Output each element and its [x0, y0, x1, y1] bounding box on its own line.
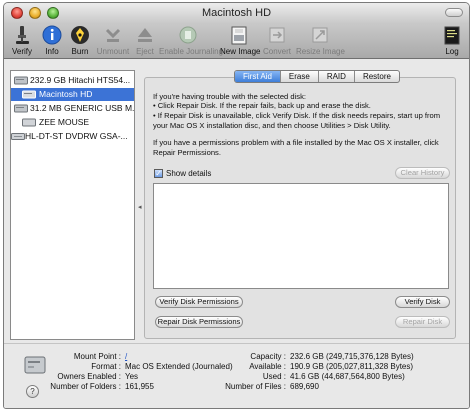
sidebar-item-generic-usb[interactable]: 31.2 MB GENERIC USB M...	[11, 102, 134, 115]
burn-button[interactable]: Burn	[67, 24, 93, 56]
verify-disk-button[interactable]: Verify Disk	[395, 296, 450, 308]
available-value: 190.9 GB (205,027,811,328 Bytes)	[290, 362, 414, 371]
first-aid-bullet-1: • Click Repair Disk. If the repair fails…	[153, 101, 371, 110]
tab-erase[interactable]: Erase	[281, 71, 319, 82]
resize-image-label: Resize Image	[296, 47, 345, 56]
tab-first-aid[interactable]: First Aid	[235, 71, 281, 82]
disk-utility-window: Macintosh HD Verify Info Burn Unmount Ej…	[3, 2, 470, 409]
owners-enabled-value: Yes	[125, 372, 139, 381]
convert-icon	[269, 27, 285, 43]
convert-label: Convert	[262, 47, 291, 56]
new-image-button[interactable]: New Image	[220, 24, 261, 56]
first-aid-log[interactable]	[153, 183, 449, 289]
owners-enabled-label: Owners Enabled :	[57, 372, 121, 381]
sidebar-item-label: 31.2 MB GENERIC USB M...	[30, 103, 134, 113]
show-details-checkbox-row[interactable]: ✓ Show details	[154, 168, 211, 179]
sidebar-item-hitachi-disk[interactable]: 232.9 GB Hitachi HTS54...	[11, 74, 134, 87]
show-details-label: Show details	[166, 169, 212, 178]
new-image-icon	[231, 26, 247, 45]
volume-icon	[22, 118, 36, 127]
optical-drive-icon	[11, 133, 25, 140]
toolbar: Verify Info Burn Unmount Eject Enable Jo…	[4, 23, 469, 59]
log-button[interactable]: Log	[440, 24, 464, 56]
mount-point-value[interactable]: /	[125, 352, 127, 362]
number-of-files-value: 689,690	[290, 382, 319, 391]
available-label: Available :	[249, 362, 286, 371]
info-label: Info	[45, 47, 59, 56]
used-label: Used :	[262, 372, 286, 381]
unmount-label: Unmount	[96, 47, 130, 56]
enable-journaling-label: Enable Journaling	[159, 47, 224, 56]
capacity-value: 232.6 GB (249,715,376,128 Bytes)	[290, 352, 414, 361]
unmount-icon	[105, 28, 121, 42]
journaling-icon	[179, 26, 197, 44]
verify-disk-permissions-button[interactable]: Verify Disk Permissions	[155, 296, 243, 308]
resize-image-icon	[312, 27, 328, 43]
disk-list-sidebar: 232.9 GB Hitachi HTS54... Macintosh HD 3…	[10, 70, 135, 340]
info-button[interactable]: Info	[40, 24, 64, 56]
burn-label: Burn	[71, 47, 89, 56]
resize-image-button[interactable]: Resize Image	[296, 24, 345, 56]
convert-button[interactable]: Convert	[262, 24, 292, 56]
sidebar-item-dvd-drive[interactable]: HL-DT-ST DVDRW GSA-...	[11, 130, 134, 143]
log-label: Log	[445, 47, 459, 56]
info-icon	[42, 25, 62, 45]
new-image-label: New Image	[220, 47, 261, 56]
mount-point-label: Mount Point :	[73, 352, 121, 361]
show-details-checkbox[interactable]: ✓	[154, 169, 163, 178]
window-title: Macintosh HD	[201, 7, 272, 19]
repair-disk-button[interactable]: Repair Disk	[395, 316, 450, 328]
capacity-label: Capacity :	[250, 352, 286, 361]
splitter-handle[interactable]: ◂	[138, 203, 142, 211]
used-value: 41.6 GB (44,687,564,800 Bytes)	[290, 372, 405, 381]
eject-label: Eject	[136, 47, 154, 56]
number-of-files-label: Number of Files :	[225, 382, 286, 391]
sidebar-item-label: HL-DT-ST DVDRW GSA-...	[25, 131, 128, 141]
microscope-icon	[16, 26, 29, 44]
burn-icon	[71, 26, 89, 44]
format-label: Format :	[91, 362, 121, 371]
number-of-folders-value: 161,955	[125, 382, 154, 391]
number-of-folders-label: Number of Folders :	[50, 382, 121, 391]
verify-label: Verify	[11, 47, 32, 56]
sidebar-item-label: ZEE MOUSE	[39, 117, 90, 127]
title-bar: Macintosh HD	[4, 3, 469, 23]
hard-disk-icon	[14, 76, 28, 85]
tab-raid[interactable]: RAID	[319, 71, 355, 82]
permissions-note: If you have a permissions problem with a…	[153, 138, 439, 157]
verify-button[interactable]: Verify	[8, 24, 36, 56]
clear-history-button[interactable]: Clear History	[395, 167, 450, 179]
sidebar-item-label: 232.9 GB Hitachi HTS54...	[30, 75, 131, 85]
unmount-button[interactable]: Unmount	[96, 24, 130, 56]
tab-restore[interactable]: Restore	[355, 71, 399, 82]
repair-disk-permissions-button[interactable]: Repair Disk Permissions	[155, 316, 243, 328]
eject-button[interactable]: Eject	[133, 24, 157, 56]
sidebar-item-zee-mouse[interactable]: ZEE MOUSE	[11, 116, 134, 129]
first-aid-panel: If you're having trouble with the select…	[144, 77, 456, 339]
usb-disk-icon	[14, 104, 28, 113]
volume-icon	[22, 90, 36, 99]
sidebar-item-label: Macintosh HD	[39, 89, 93, 99]
log-icon	[444, 26, 460, 45]
tab-bar: First Aid Erase RAID Restore	[234, 70, 400, 83]
first-aid-bullet-2: • If Repair Disk is unavailable, click V…	[153, 111, 441, 130]
eject-icon	[138, 28, 152, 42]
enable-journaling-button[interactable]: Enable Journaling	[159, 24, 224, 56]
sidebar-item-macintosh-hd[interactable]: Macintosh HD	[11, 88, 134, 101]
toolbar-toggle-button[interactable]	[445, 8, 463, 17]
